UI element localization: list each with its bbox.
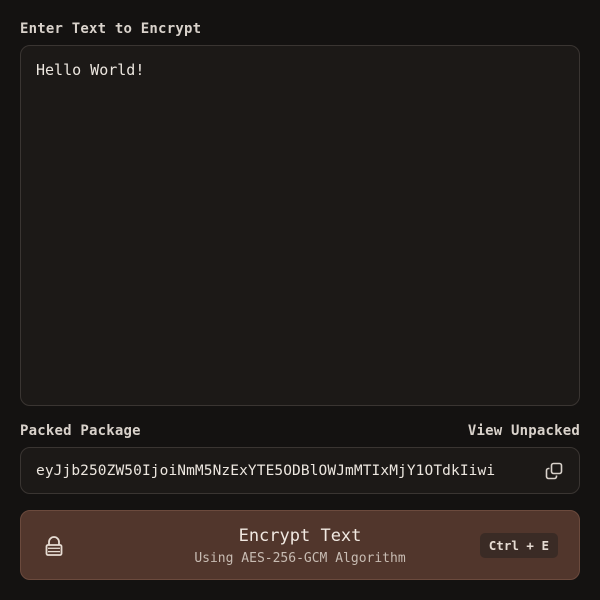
copy-icon[interactable] bbox=[543, 460, 565, 482]
input-label: Enter Text to Encrypt bbox=[20, 21, 202, 37]
plaintext-field[interactable] bbox=[20, 45, 580, 406]
shortcut-badge: Ctrl + E bbox=[479, 533, 558, 558]
packed-package-field[interactable]: eyJjb250ZW50IjoiNmM5NzExYTE5ODBlOWJmMTIx… bbox=[20, 447, 580, 494]
encrypt-button[interactable]: Encrypt Text Using AES-256-GCM Algorithm… bbox=[20, 510, 580, 580]
package-label: Packed Package bbox=[20, 423, 141, 439]
encrypt-panel: Enter Text to Encrypt Packed Package Vie… bbox=[0, 0, 600, 600]
view-unpacked-link[interactable]: View Unpacked bbox=[468, 423, 580, 439]
plaintext-input[interactable] bbox=[36, 60, 564, 391]
packed-package-value: eyJjb250ZW50IjoiNmM5NzExYTE5ODBlOWJmMTIx… bbox=[36, 462, 496, 479]
